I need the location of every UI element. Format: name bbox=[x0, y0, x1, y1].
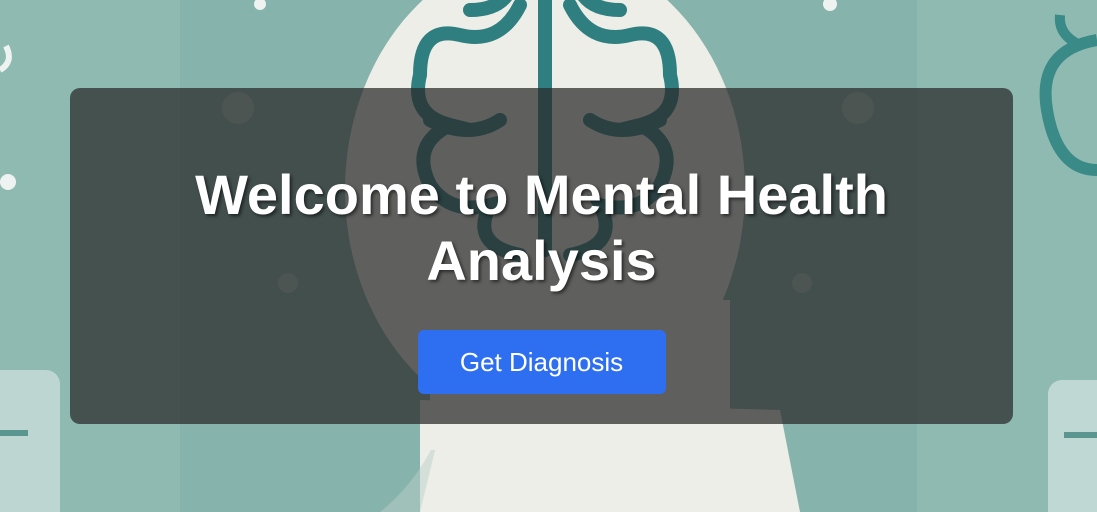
hero-title: Welcome to Mental Health Analysis bbox=[195, 163, 888, 292]
hero-overlay-card: Welcome to Mental Health Analysis Get Di… bbox=[70, 88, 1013, 424]
get-diagnosis-button[interactable]: Get Diagnosis bbox=[417, 330, 666, 394]
